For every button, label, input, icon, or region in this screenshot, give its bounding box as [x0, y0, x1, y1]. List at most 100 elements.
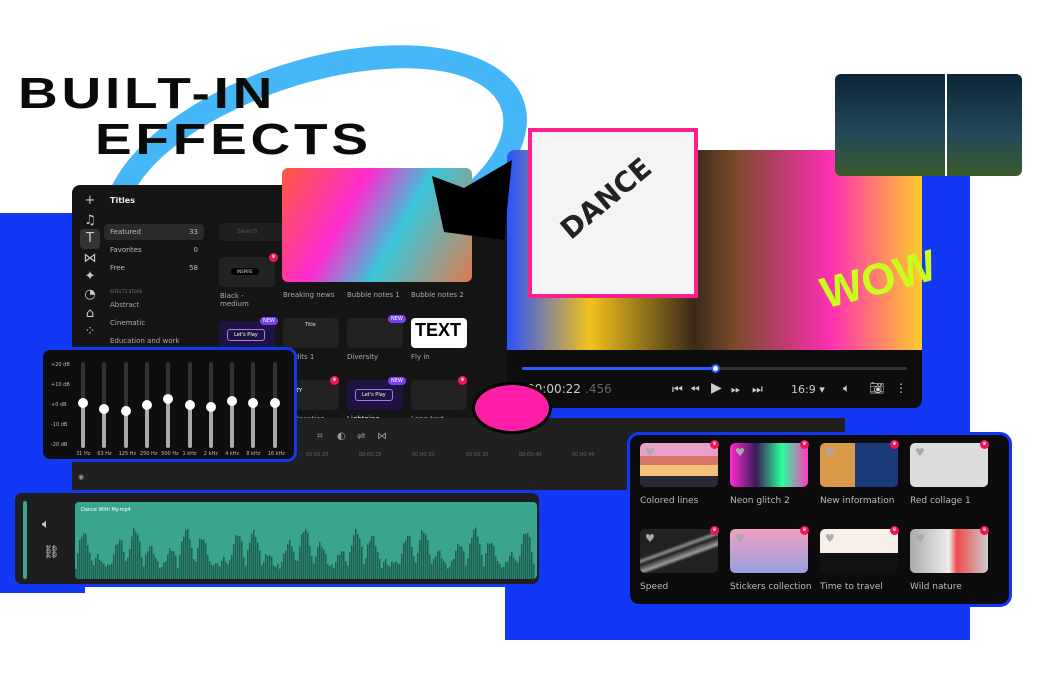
- search-input[interactable]: Search: [219, 223, 289, 241]
- store-item[interactable]: Education and work: [110, 337, 179, 345]
- wave-bar: [185, 530, 187, 579]
- lips-sticker: [472, 382, 552, 434]
- wave-bar: [315, 556, 317, 579]
- store-heading: EFFECTS STORE: [110, 289, 143, 294]
- time-tick: 00:00:40: [519, 452, 542, 458]
- wave-bar: [131, 536, 133, 579]
- title-tile[interactable]: TEXT: [411, 318, 467, 348]
- wave-bar: [447, 568, 449, 579]
- eq-slider-8[interactable]: [248, 362, 259, 448]
- eq-knob[interactable]: [163, 393, 174, 404]
- effect-thumbnail[interactable]: ♥: [910, 443, 988, 487]
- wave-bar: [219, 566, 221, 579]
- eq-knob[interactable]: [120, 406, 131, 417]
- eq-knob[interactable]: [205, 402, 216, 413]
- db-label: +0 dB: [51, 402, 67, 408]
- effect-thumbnail[interactable]: ♥: [820, 529, 898, 573]
- volume-icon[interactable]: 🔈︎: [843, 381, 850, 396]
- wave-bar: [105, 566, 107, 579]
- eq-knob[interactable]: [248, 397, 259, 408]
- effect-thumbnail[interactable]: ♥: [640, 443, 718, 487]
- play-icon[interactable]: ▶: [711, 380, 722, 396]
- eye-icon[interactable]: ◉: [78, 473, 84, 481]
- eq-knob[interactable]: [184, 400, 195, 410]
- premium-crown-icon: ♛: [800, 440, 809, 449]
- wave-bar: [425, 534, 427, 579]
- title-tile[interactable]: [411, 380, 467, 410]
- transition-icon[interactable]: ⋈: [377, 431, 387, 442]
- eq-knob[interactable]: [269, 397, 280, 408]
- eq-knob[interactable]: [99, 404, 110, 415]
- wave-bar: [387, 564, 389, 579]
- eq-slider-1[interactable]: [99, 362, 110, 448]
- wave-bar: [491, 543, 493, 579]
- plus-icon[interactable]: +: [80, 191, 100, 211]
- wave-bar: [299, 546, 301, 579]
- effect-thumbnail[interactable]: ♥: [640, 529, 718, 573]
- eq-slider-3[interactable]: [141, 362, 152, 448]
- heart-icon[interactable]: ♥: [825, 446, 835, 459]
- progress-handle[interactable]: [710, 364, 720, 373]
- wave-bar: [119, 539, 121, 579]
- wave-bar: [271, 556, 273, 579]
- heart-icon[interactable]: ♥: [915, 446, 925, 459]
- heart-icon[interactable]: ♥: [645, 532, 655, 545]
- rewind-icon[interactable]: ⏪︎: [690, 382, 700, 397]
- effect-thumbnail[interactable]: ♥: [730, 443, 808, 487]
- unlink-icon[interactable]: ⛓︎: [43, 545, 60, 560]
- sparkle-icon[interactable]: ✦: [80, 267, 100, 287]
- audio-clip[interactable]: Dance With My.mp4: [75, 502, 537, 579]
- skip-start-icon[interactable]: ⏮︎: [672, 382, 683, 397]
- filter-icon[interactable]: ⌂: [80, 304, 100, 324]
- progress-track[interactable]: [522, 364, 907, 373]
- wave-bar: [477, 536, 479, 579]
- eq-knob[interactable]: [78, 397, 88, 408]
- category-favorites[interactable]: Favorites 0: [104, 242, 204, 258]
- category-free[interactable]: Free 58: [104, 260, 204, 276]
- transition-icon[interactable]: ⋈: [80, 249, 100, 269]
- tile-preview: Let's Play: [227, 329, 265, 341]
- speed-icon[interactable]: ◐: [337, 431, 346, 442]
- wave-bar: [321, 547, 323, 579]
- aspect-ratio-select[interactable]: 16:9 ▾: [791, 383, 825, 396]
- eq-slider-2[interactable]: [120, 362, 131, 448]
- more-icon[interactable]: ⋮: [895, 381, 907, 395]
- eq-slider-6[interactable]: [205, 362, 216, 448]
- text-icon[interactable]: T: [80, 229, 100, 249]
- eq-slider-0[interactable]: [78, 362, 88, 448]
- wave-bar: [311, 555, 313, 579]
- category-featured[interactable]: Featured 33: [104, 224, 204, 240]
- widgets-icon[interactable]: ⁘: [80, 322, 100, 342]
- eq-knob[interactable]: [227, 395, 238, 406]
- wave-bar: [445, 563, 447, 579]
- eq-slider-7[interactable]: [227, 362, 238, 448]
- sticker-icon[interactable]: ◔: [80, 285, 100, 305]
- music-icon[interactable]: ♫: [80, 211, 100, 231]
- eq-slider-4[interactable]: [163, 362, 174, 448]
- store-item[interactable]: Cinematic: [110, 319, 145, 327]
- eq-knob[interactable]: [141, 400, 152, 410]
- volume-icon[interactable]: 🔈︎: [42, 517, 50, 532]
- heart-icon[interactable]: ♥: [825, 532, 835, 545]
- eq-slider-9[interactable]: [269, 362, 280, 448]
- title-tile[interactable]: INSPIRE: [219, 257, 275, 287]
- camera-icon[interactable]: 📷︎: [869, 381, 884, 395]
- heart-icon[interactable]: ♥: [735, 446, 745, 459]
- effect-thumbnail[interactable]: ♥: [730, 529, 808, 573]
- heart-icon[interactable]: ♥: [645, 446, 655, 459]
- effect-thumbnail[interactable]: ♥: [910, 529, 988, 573]
- eq-slider-5[interactable]: [184, 362, 195, 448]
- crop-icon[interactable]: ⌗: [317, 431, 323, 442]
- effect-thumbnail[interactable]: ♥: [820, 443, 898, 487]
- skip-end-icon[interactable]: ⏭︎: [752, 382, 763, 397]
- wave-bar: [127, 557, 129, 579]
- wave-bar: [319, 542, 321, 579]
- adjust-icon[interactable]: ⇌: [357, 431, 365, 442]
- title-tile[interactable]: Title: [283, 318, 339, 348]
- wave-bar: [97, 554, 99, 579]
- store-item[interactable]: Abstract: [110, 301, 139, 309]
- wave-bar: [533, 563, 535, 579]
- heart-icon[interactable]: ♥: [735, 532, 745, 545]
- fast-forward-icon[interactable]: ⏩︎: [731, 382, 741, 397]
- heart-icon[interactable]: ♥: [915, 532, 925, 545]
